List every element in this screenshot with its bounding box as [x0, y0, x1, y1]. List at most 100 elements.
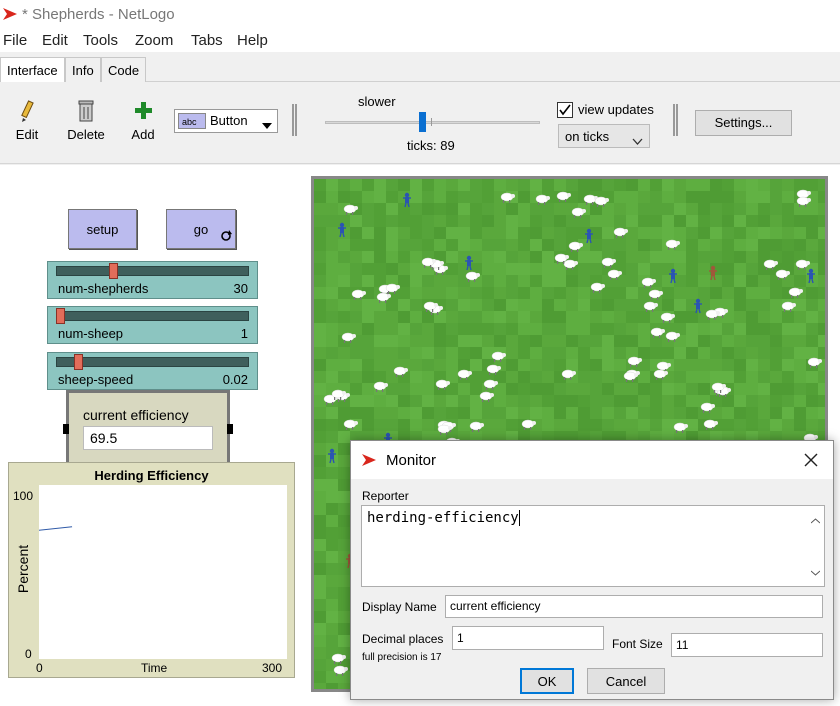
window-title: * Shepherds - NetLogo [22, 6, 175, 23]
title-bar: * Shepherds - NetLogo [0, 0, 840, 30]
view-updates-label: view updates [578, 102, 654, 117]
slider-knob[interactable] [109, 263, 119, 279]
plot-xlabel: Time [141, 661, 168, 675]
slider-value: 30 [233, 281, 248, 296]
ticks-counter: ticks: 89 [407, 138, 455, 153]
monitor-value: 69.5 [83, 426, 213, 450]
button-widget-icon: abc [178, 113, 206, 129]
text-cursor: ​ [518, 510, 520, 526]
tab-strip: Interface Info Code [0, 55, 840, 82]
menu-tools[interactable]: Tools [83, 32, 118, 49]
efficiency-monitor[interactable]: current efficiency 69.5 [63, 390, 233, 466]
font-size-label: Font Size [612, 637, 663, 651]
slider-knob[interactable] [56, 308, 65, 324]
slider-num-sheep[interactable]: num-sheep 1 [47, 306, 258, 344]
slider-sheep-speed[interactable]: sheep-speed 0.02 [47, 352, 258, 390]
menu-bar: File Edit Tools Zoom Tabs Help [0, 30, 840, 52]
go-button[interactable]: go [166, 209, 236, 249]
precision-note: full precision is 17 [362, 652, 442, 663]
speed-slider-track[interactable] [325, 121, 540, 124]
setup-label: setup [86, 222, 119, 237]
slider-name: sheep-speed [58, 372, 134, 387]
delete-label: Delete [67, 127, 105, 142]
speed-slider-thumb[interactable] [419, 112, 426, 132]
decimal-places-value: 1 [457, 631, 464, 645]
plot-xmin: 0 [36, 661, 43, 675]
decimal-places-field[interactable]: 1 [452, 626, 604, 650]
netlogo-logo-icon [2, 6, 18, 25]
delete-button[interactable]: Delete [64, 99, 108, 145]
forever-icon [220, 230, 232, 245]
slider-value: 1 [240, 326, 248, 341]
close-icon[interactable] [804, 453, 818, 470]
decimal-places-label: Decimal places [362, 632, 444, 646]
plot-canvas [38, 526, 73, 531]
tab-info[interactable]: Info [65, 57, 101, 82]
monitor-handle-left [63, 424, 69, 434]
edit-button[interactable]: Edit [8, 99, 46, 145]
settings-button[interactable]: Settings... [695, 110, 792, 136]
slider-name: num-shepherds [58, 281, 149, 296]
menu-edit[interactable]: Edit [42, 32, 68, 49]
monitor-label: current efficiency [83, 407, 189, 423]
plus-icon [133, 102, 153, 126]
slider-track[interactable] [56, 311, 249, 321]
speed-tick-mark [431, 118, 432, 126]
slider-num-shepherds[interactable]: num-shepherds 30 [47, 261, 258, 299]
font-size-field[interactable]: 11 [671, 633, 823, 657]
herding-efficiency-plot[interactable]: Herding Efficiency 100 0 Percent 0 Time … [8, 462, 295, 678]
setup-button[interactable]: setup [68, 209, 137, 249]
add-button[interactable]: Add [126, 99, 160, 145]
chevron-down-icon [262, 118, 272, 133]
tab-code[interactable]: Code [101, 57, 147, 82]
scroll-up-icon[interactable] [810, 512, 821, 528]
display-name-value: current efficiency [450, 599, 541, 613]
slider-track[interactable] [56, 357, 249, 367]
menu-help[interactable]: Help [237, 32, 268, 49]
plot-ymin: 0 [25, 647, 32, 661]
widget-type-select[interactable]: abc Button [174, 109, 278, 133]
plot-series-line [38, 526, 73, 531]
add-label: Add [131, 127, 155, 142]
toolbar: Edit Delete Add abc Button slower ticks:… [0, 82, 840, 164]
update-mode-select[interactable]: on ticks [558, 124, 650, 148]
dialog-header: Monitor [351, 441, 833, 479]
toolbar-separator [292, 104, 297, 136]
scroll-down-icon[interactable] [810, 564, 821, 580]
menu-tabs[interactable]: Tabs [191, 32, 223, 49]
tab-interface[interactable]: Interface [0, 57, 65, 82]
plot-title: Herding Efficiency [94, 468, 209, 483]
chevron-down-icon [632, 133, 643, 148]
reporter-label: Reporter [362, 489, 409, 503]
font-size-value: 11 [676, 638, 689, 652]
reporter-text: herding-efficiency [367, 510, 519, 526]
view-updates-checkbox[interactable] [557, 102, 573, 118]
trash-icon [76, 100, 96, 126]
plot-area [38, 485, 287, 659]
plot-ylabel: Percent [15, 544, 32, 594]
pencil-icon [17, 100, 37, 126]
slider-value: 0.02 [222, 372, 248, 387]
menu-zoom[interactable]: Zoom [135, 32, 173, 49]
reporter-textarea[interactable]: herding-efficiency​ [361, 505, 825, 587]
plot-xmax: 300 [262, 661, 283, 675]
monitor-dialog: Monitor Reporter herding-efficiency​ Dis… [350, 440, 834, 700]
toolbar-separator [673, 104, 678, 136]
speed-control: slower ticks: 89 [325, 92, 540, 162]
update-mode-value: on ticks [565, 129, 610, 144]
speed-label: slower [358, 94, 396, 109]
ok-button[interactable]: OK [520, 668, 574, 694]
display-name-field[interactable]: current efficiency [445, 595, 823, 618]
menu-file[interactable]: File [3, 32, 27, 49]
slider-knob[interactable] [74, 354, 84, 370]
slider-name: num-sheep [58, 326, 124, 341]
plot-ymax: 100 [13, 489, 34, 503]
netlogo-logo-icon [361, 452, 377, 471]
display-name-label: Display Name [362, 600, 437, 614]
go-label: go [193, 222, 209, 237]
cancel-button[interactable]: Cancel [587, 668, 665, 694]
slider-track[interactable] [56, 266, 249, 276]
monitor-handle-right [227, 424, 233, 434]
dialog-title: Monitor [386, 452, 437, 469]
edit-label: Edit [15, 127, 39, 142]
